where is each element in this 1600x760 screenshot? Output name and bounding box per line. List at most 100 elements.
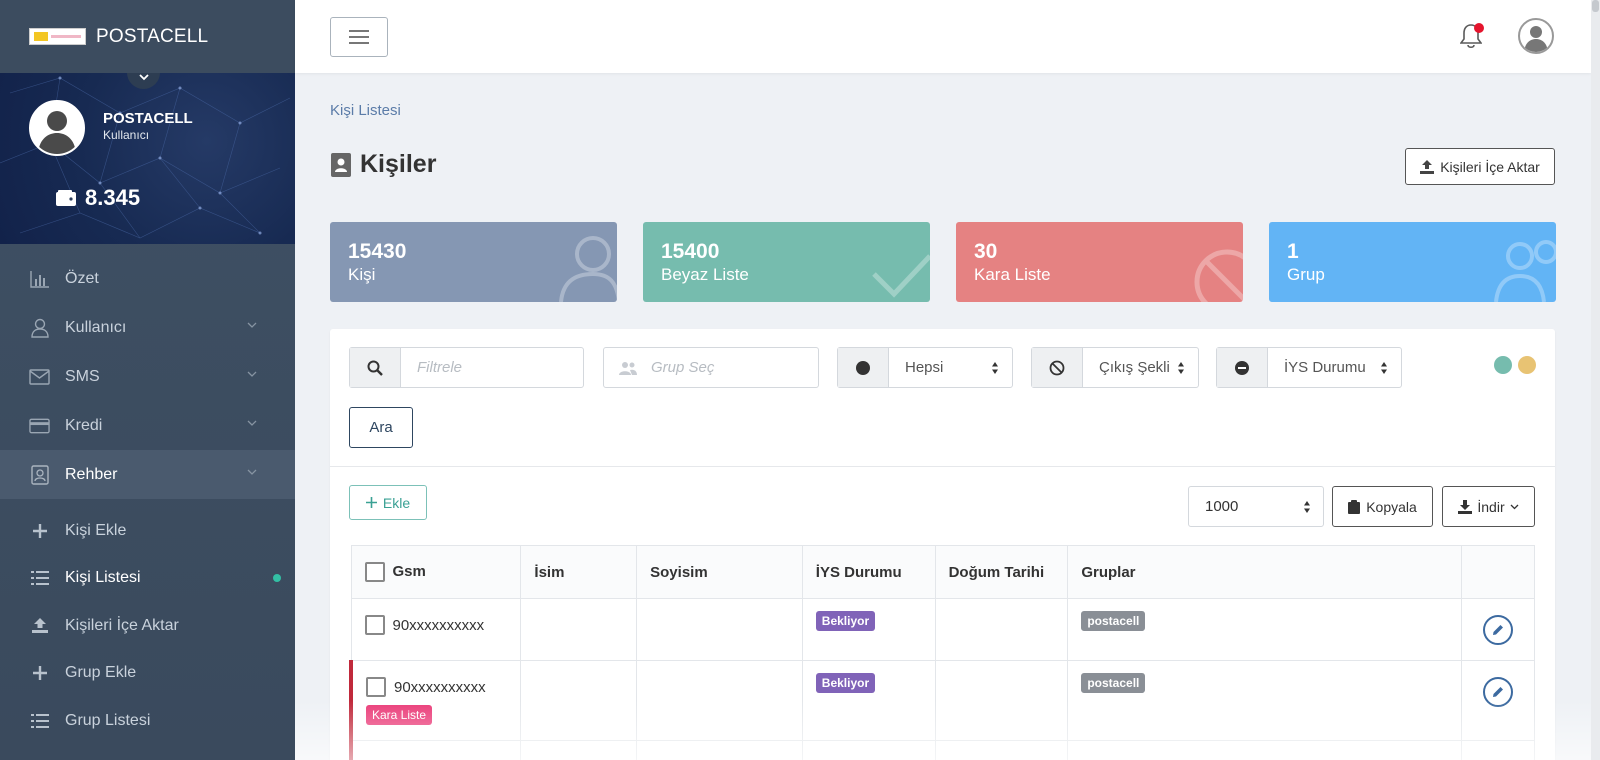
cell-isim xyxy=(520,598,638,661)
balance-value: 8.345 xyxy=(85,185,141,210)
edit-button[interactable] xyxy=(1483,677,1514,707)
user-name: POSTACELL xyxy=(103,110,193,127)
chevron-down-icon xyxy=(247,469,257,475)
exit-type-select[interactable]: Çıkış Şekli xyxy=(1083,348,1198,387)
exit-type-filter[interactable]: Çıkış Şekli xyxy=(1031,347,1199,388)
download-button-label: İndir xyxy=(1477,498,1505,515)
ban-icon xyxy=(1032,348,1083,387)
page-size-value: 1000 xyxy=(1205,498,1239,515)
iys-select[interactable]: İYS Durumu xyxy=(1268,348,1401,387)
breadcrumb[interactable]: Kişi Listesi xyxy=(330,102,401,119)
sidebar-item-kisi-listesi[interactable]: Kişi Listesi xyxy=(0,555,295,603)
column-gsm[interactable]: Gsm xyxy=(350,545,522,599)
sidebar-subitem-label: Kişileri İçe Aktar xyxy=(65,616,179,634)
add-button[interactable]: Ekle xyxy=(349,485,427,520)
brand[interactable]: POSTACELL xyxy=(0,0,295,73)
list-icon xyxy=(29,571,50,586)
sidebar-subitem-label: Grup Ekle xyxy=(65,664,137,682)
page-size-select[interactable]: 1000 xyxy=(1188,486,1324,527)
checkmark-icon xyxy=(872,254,930,298)
envelope-icon xyxy=(29,366,50,387)
select-all-checkbox[interactable] xyxy=(364,562,385,582)
copy-button[interactable]: Kopyala xyxy=(1332,486,1433,527)
sidebar-subitem-label: Kişi Ekle xyxy=(65,521,127,539)
notification-badge xyxy=(1474,23,1484,33)
search-filter: Filtrele xyxy=(349,347,584,388)
status-select[interactable]: Hepsi xyxy=(889,348,1012,387)
column-iys[interactable]: İYS Durumu xyxy=(801,545,936,599)
cell-actions xyxy=(1461,660,1535,741)
cell-iys: Bekliyor xyxy=(801,660,936,741)
user-icon xyxy=(559,236,617,302)
sidebar-item-kisi-ekle[interactable]: Kişi Ekle xyxy=(0,507,295,555)
chevron-down-icon xyxy=(247,371,257,377)
brand-logo xyxy=(29,28,86,45)
credit-balance: 8.345 xyxy=(55,185,140,211)
sidebar-item-grup-ekle[interactable]: Grup Ekle xyxy=(0,650,295,698)
search-icon xyxy=(350,348,401,387)
search-input[interactable]: Filtrele xyxy=(401,348,583,387)
table-row[interactable]: 90xxxxxxxxxx Bekliyor postacell xyxy=(350,598,1535,661)
main-nav: Özet Kullanıcı SMS Kredi Rehber xyxy=(0,244,295,499)
gsm-value: 90xxxxxxxxxx xyxy=(394,678,486,696)
user-avatar-button[interactable] xyxy=(1518,18,1554,54)
edit-button[interactable] xyxy=(1483,615,1514,645)
import-contacts-label: Kişileri İçe Aktar xyxy=(1440,158,1540,175)
iys-filter[interactable]: İYS Durumu xyxy=(1216,347,1402,388)
import-contacts-button[interactable]: Kişileri İçe Aktar xyxy=(1405,148,1555,185)
plus-icon xyxy=(365,497,377,508)
wallet-icon xyxy=(56,190,76,206)
sidebar-item-label: Kullanıcı xyxy=(65,318,127,336)
column-gruplar[interactable]: Gruplar xyxy=(1067,545,1463,599)
color-dot-yellow[interactable] xyxy=(1518,356,1536,374)
table-row[interactable]: 90xxxxxxxxxx Kara Liste Bekliyor postace… xyxy=(349,660,1535,741)
rehber-subnav: Kişi Ekle Kişi Listesi Kişileri İçe Akta… xyxy=(0,499,295,745)
sidebar-item-grup-listesi[interactable]: Grup Listesi xyxy=(0,697,295,745)
sidebar-item-sms[interactable]: SMS xyxy=(0,352,295,401)
avatar[interactable] xyxy=(29,100,85,156)
column-soyisim[interactable]: Soyisim xyxy=(636,545,803,599)
user-icon xyxy=(29,317,50,338)
table-row[interactable] xyxy=(349,740,1535,760)
group-select-placeholder: Grup Seç xyxy=(651,359,715,376)
user-silhouette-icon xyxy=(1524,26,1548,52)
status-filter[interactable]: Hepsi xyxy=(837,347,1013,388)
sidebar-item-ozet[interactable]: Özet xyxy=(0,254,295,303)
stat-card-grup: 1 Grup xyxy=(1269,222,1556,302)
add-button-label: Ekle xyxy=(382,494,411,511)
iys-status-badge: Bekliyor xyxy=(815,673,876,693)
group-select-field[interactable]: Grup Seç xyxy=(604,348,818,387)
list-icon xyxy=(29,713,50,728)
sidebar-item-label: Kredi xyxy=(65,416,103,434)
download-button[interactable]: İndir xyxy=(1442,486,1535,527)
iys-select-value: İYS Durumu xyxy=(1284,359,1366,376)
group-badge: postacell xyxy=(1081,611,1146,631)
column-dogum-tarihi[interactable]: Doğum Tarihi xyxy=(934,545,1069,599)
color-dot-teal[interactable] xyxy=(1494,356,1512,374)
column-isim[interactable]: İsim xyxy=(520,545,638,599)
search-button[interactable]: Ara xyxy=(349,407,413,448)
stat-card-kisi: 15430 Kişi xyxy=(330,222,617,302)
upload-icon xyxy=(1420,159,1435,174)
divider xyxy=(330,466,1555,467)
profile-panel: POSTACELL Kullanıcı 8.345 xyxy=(0,73,295,244)
scrollbar-thumb[interactable] xyxy=(1592,0,1599,12)
row-checkbox[interactable] xyxy=(364,615,385,635)
sidebar-item-kredi[interactable]: Kredi xyxy=(0,401,295,450)
scrollbar-track[interactable] xyxy=(1591,0,1600,760)
pencil-icon xyxy=(1493,687,1504,697)
sidebar-item-kullanici[interactable]: Kullanıcı xyxy=(0,303,295,352)
sidebar-item-kisileri-ice-aktar[interactable]: Kişileri İçe Aktar xyxy=(0,602,295,650)
cell-soyisim xyxy=(636,660,803,741)
contacts-table: Gsm İsim Soyisim İYS Durumu Doğum Tarihi… xyxy=(349,545,1535,760)
iys-status-badge: Bekliyor xyxy=(815,611,876,631)
theme-color-dots xyxy=(1494,356,1536,374)
gsm-value: 90xxxxxxxxxx xyxy=(392,616,485,634)
cell-isim xyxy=(520,660,638,741)
menu-toggle-button[interactable] xyxy=(330,17,388,57)
sort-icon xyxy=(1304,501,1310,513)
sidebar-item-rehber[interactable]: Rehber xyxy=(0,450,295,499)
row-checkbox[interactable] xyxy=(366,677,386,697)
group-select[interactable]: Grup Seç xyxy=(603,347,819,388)
ban-icon xyxy=(1194,249,1243,302)
